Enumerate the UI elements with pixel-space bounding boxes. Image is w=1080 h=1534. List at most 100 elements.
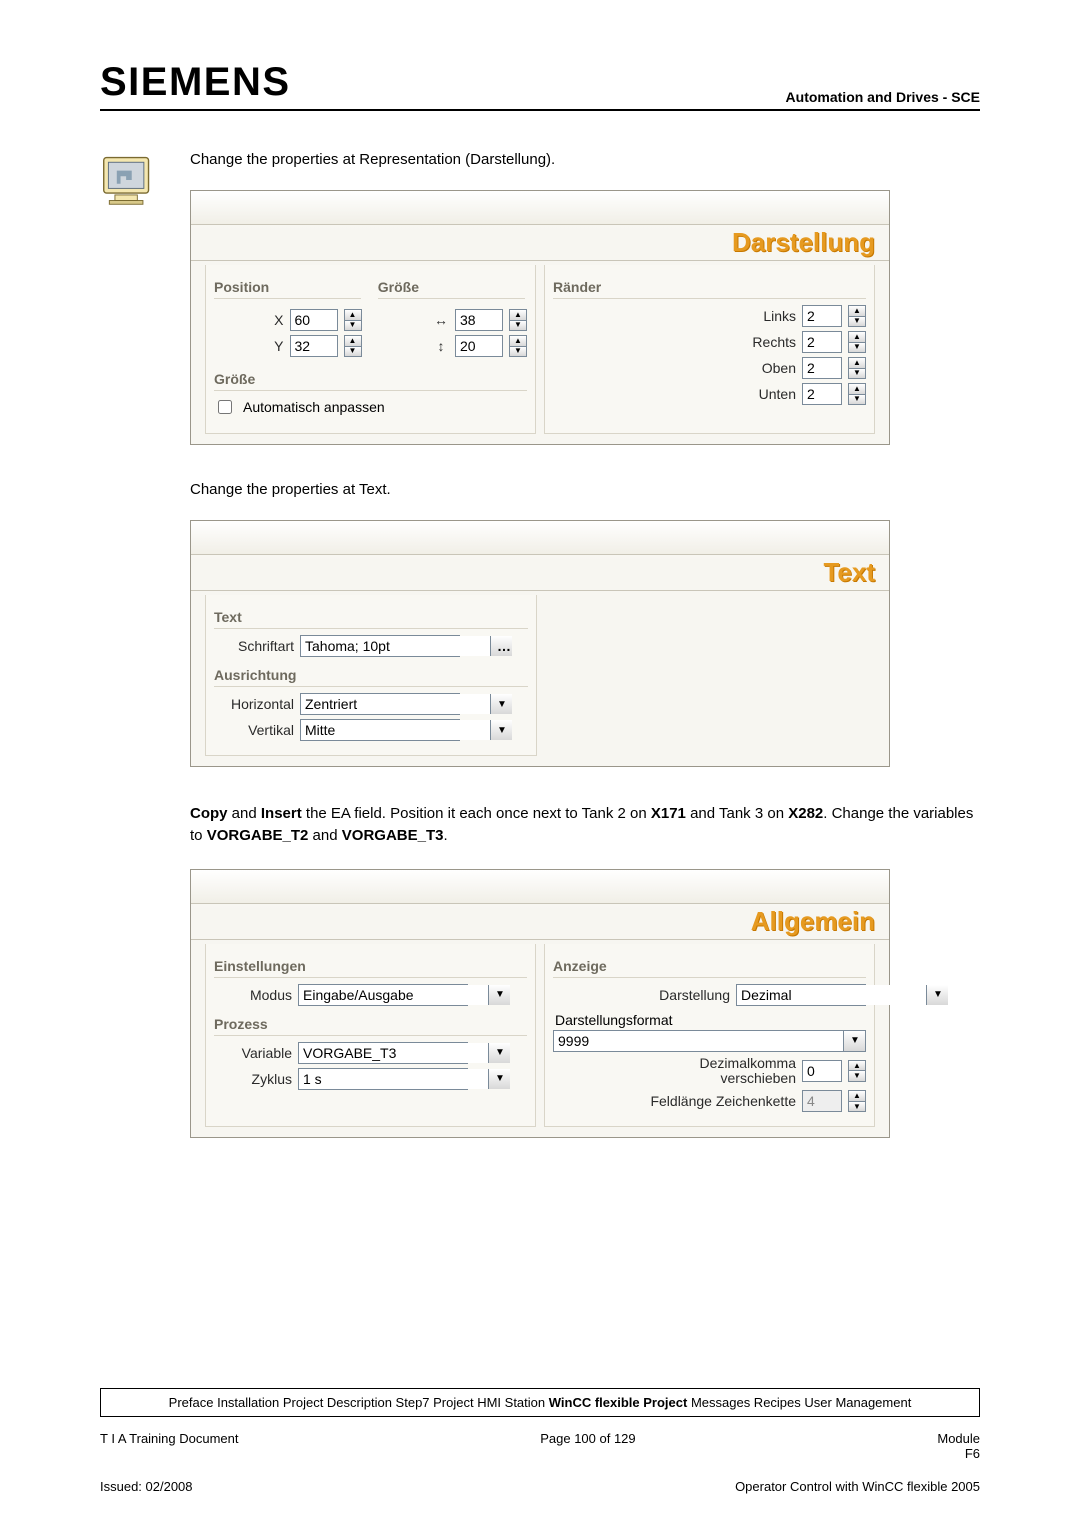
repr-value[interactable] <box>737 985 926 1005</box>
margin-left-label: Links <box>666 308 796 324</box>
auto-fit-checkbox[interactable]: Automatisch anpassen <box>214 397 527 417</box>
mode-combo[interactable]: ▼ <box>298 984 468 1006</box>
width-input[interactable] <box>455 309 503 331</box>
h-align-value[interactable] <box>301 694 490 714</box>
fieldlen-spinner[interactable]: ▲▼ <box>848 1090 866 1112</box>
x-spinner[interactable]: ▲▼ <box>344 309 362 331</box>
col-text: Text Schriftart … Ausrichtung Horizontal <box>205 595 537 756</box>
variable-label: Variable <box>214 1045 292 1061</box>
x-input[interactable] <box>290 309 338 331</box>
footer-nav-bar: Preface Installation Project Description… <box>100 1388 980 1417</box>
panel-text: Text Text Schriftart … Ausrichtung Horiz… <box>190 520 890 767</box>
footer-page: Page 100 of 129 <box>540 1431 635 1461</box>
height-spinner[interactable]: ▲▼ <box>509 335 527 357</box>
footer-issued: Issued: 02/2008 <box>100 1479 193 1494</box>
panel-allgemein: Allgemein Einstellungen Modus ▼ Prozess … <box>190 869 890 1139</box>
variable-value[interactable] <box>299 1043 488 1063</box>
height-input[interactable] <box>455 335 503 357</box>
mode-value[interactable] <box>299 985 488 1005</box>
y-input[interactable] <box>290 335 338 357</box>
mode-dropdown-icon[interactable]: ▼ <box>488 985 510 1005</box>
variable-dropdown-icon[interactable]: ▼ <box>488 1043 510 1063</box>
margin-right-label: Rechts <box>666 334 796 350</box>
margin-top-input[interactable] <box>802 357 842 379</box>
x-label: X <box>246 312 284 328</box>
margin-right-input[interactable] <box>802 331 842 353</box>
footer-subtitle: Operator Control with WinCC flexible 200… <box>735 1479 980 1494</box>
margin-right-spinner[interactable]: ▲▼ <box>848 331 866 353</box>
margin-bottom-spinner[interactable]: ▲▼ <box>848 383 866 405</box>
format-label: Darstellungsformat <box>555 1012 866 1028</box>
cycle-dropdown-icon[interactable]: ▼ <box>488 1069 510 1089</box>
footer-module: Module <box>937 1431 980 1446</box>
col-settings-process: Einstellungen Modus ▼ Prozess Variable <box>205 944 536 1128</box>
col-position-size: Position Größe X ▲▼ Y <box>205 265 536 434</box>
margin-top-label: Oben <box>666 360 796 376</box>
fieldlen-input <box>802 1090 842 1112</box>
variable-combo[interactable]: ▼ <box>298 1042 468 1064</box>
intro-text-1: Change the properties at Representation … <box>190 151 980 168</box>
margin-bottom-label: Unten <box>666 386 796 402</box>
repr-label: Darstellung <box>630 987 730 1003</box>
group-display: Anzeige <box>553 954 866 978</box>
col-text-empty <box>545 595 875 756</box>
margin-left-spinner[interactable]: ▲▼ <box>848 305 866 327</box>
cycle-combo[interactable]: ▼ <box>298 1068 468 1090</box>
col-display: Anzeige Darstellung ▼ Darstellungsformat… <box>544 944 875 1128</box>
format-dropdown-icon[interactable]: ▼ <box>843 1031 865 1051</box>
page-header: SIEMENS Automation and Drives - SCE <box>100 60 980 111</box>
v-align-combo[interactable]: ▼ <box>300 719 460 741</box>
panel-title-text: Text <box>191 555 889 591</box>
footer-module-code: F6 <box>965 1446 980 1461</box>
footer-doc-title: T I A Training Document <box>100 1431 239 1461</box>
footer-line-1: T I A Training Document Page 100 of 129 … <box>100 1431 980 1461</box>
panel-title-allgemein: Allgemein <box>191 904 889 940</box>
margin-left-input[interactable] <box>802 305 842 327</box>
intro-text-3: Copy and Insert the EA field. Position i… <box>190 803 980 847</box>
dec-shift-input[interactable] <box>802 1060 842 1082</box>
y-label: Y <box>246 338 284 354</box>
group-settings: Einstellungen <box>214 954 527 978</box>
intro-text-2: Change the properties at Text. <box>190 481 980 498</box>
margin-bottom-input[interactable] <box>802 383 842 405</box>
col-margins: Ränder Links ▲▼ Rechts ▲▼ Oben ▲▼ <box>544 265 875 434</box>
h-align-dropdown-icon[interactable]: ▼ <box>490 694 512 714</box>
cycle-value[interactable] <box>299 1069 488 1089</box>
height-icon: ↕ <box>433 338 449 354</box>
group-position: Position <box>214 275 361 299</box>
panel-title-darstellung: Darstellung <box>191 225 889 261</box>
width-icon: ↔ <box>433 312 449 328</box>
group-text: Text <box>214 605 528 629</box>
font-value[interactable] <box>301 636 490 656</box>
y-spinner[interactable]: ▲▼ <box>344 335 362 357</box>
repr-combo[interactable]: ▼ <box>736 984 866 1006</box>
margin-top-spinner[interactable]: ▲▼ <box>848 357 866 379</box>
group-size: Größe <box>378 275 525 299</box>
dec-shift-label: Dezimalkommaverschieben <box>646 1056 796 1087</box>
v-align-value[interactable] <box>301 720 490 740</box>
dec-shift-spinner[interactable]: ▲▼ <box>848 1060 866 1082</box>
footer-line-2: Issued: 02/2008 Operator Control with Wi… <box>100 1479 980 1494</box>
group-align: Ausrichtung <box>214 663 528 687</box>
auto-fit-label: Automatisch anpassen <box>243 399 385 415</box>
mode-label: Modus <box>214 987 292 1003</box>
repr-dropdown-icon[interactable]: ▼ <box>926 985 948 1005</box>
h-align-combo[interactable]: ▼ <box>300 693 460 715</box>
cycle-label: Zyklus <box>214 1071 292 1087</box>
v-align-dropdown-icon[interactable]: ▼ <box>490 720 512 740</box>
h-align-label: Horizontal <box>214 696 294 712</box>
monitor-icon <box>100 151 156 213</box>
brand-logo: SIEMENS <box>100 60 291 105</box>
group-process: Prozess <box>214 1012 527 1036</box>
width-spinner[interactable]: ▲▼ <box>509 309 527 331</box>
font-combo[interactable]: … <box>300 635 460 657</box>
group-size2: Größe <box>214 367 527 391</box>
font-browse-button[interactable]: … <box>490 636 512 656</box>
format-value[interactable] <box>554 1031 843 1051</box>
panel-darstellung: Darstellung Position Größe X ▲▼ <box>190 190 890 445</box>
group-margins: Ränder <box>553 275 866 299</box>
format-combo[interactable]: ▼ <box>553 1030 866 1052</box>
header-right: Automation and Drives - SCE <box>786 89 980 105</box>
fieldlen-label: Feldlänge Zeichenkette <box>646 1093 796 1109</box>
font-label: Schriftart <box>214 638 294 654</box>
